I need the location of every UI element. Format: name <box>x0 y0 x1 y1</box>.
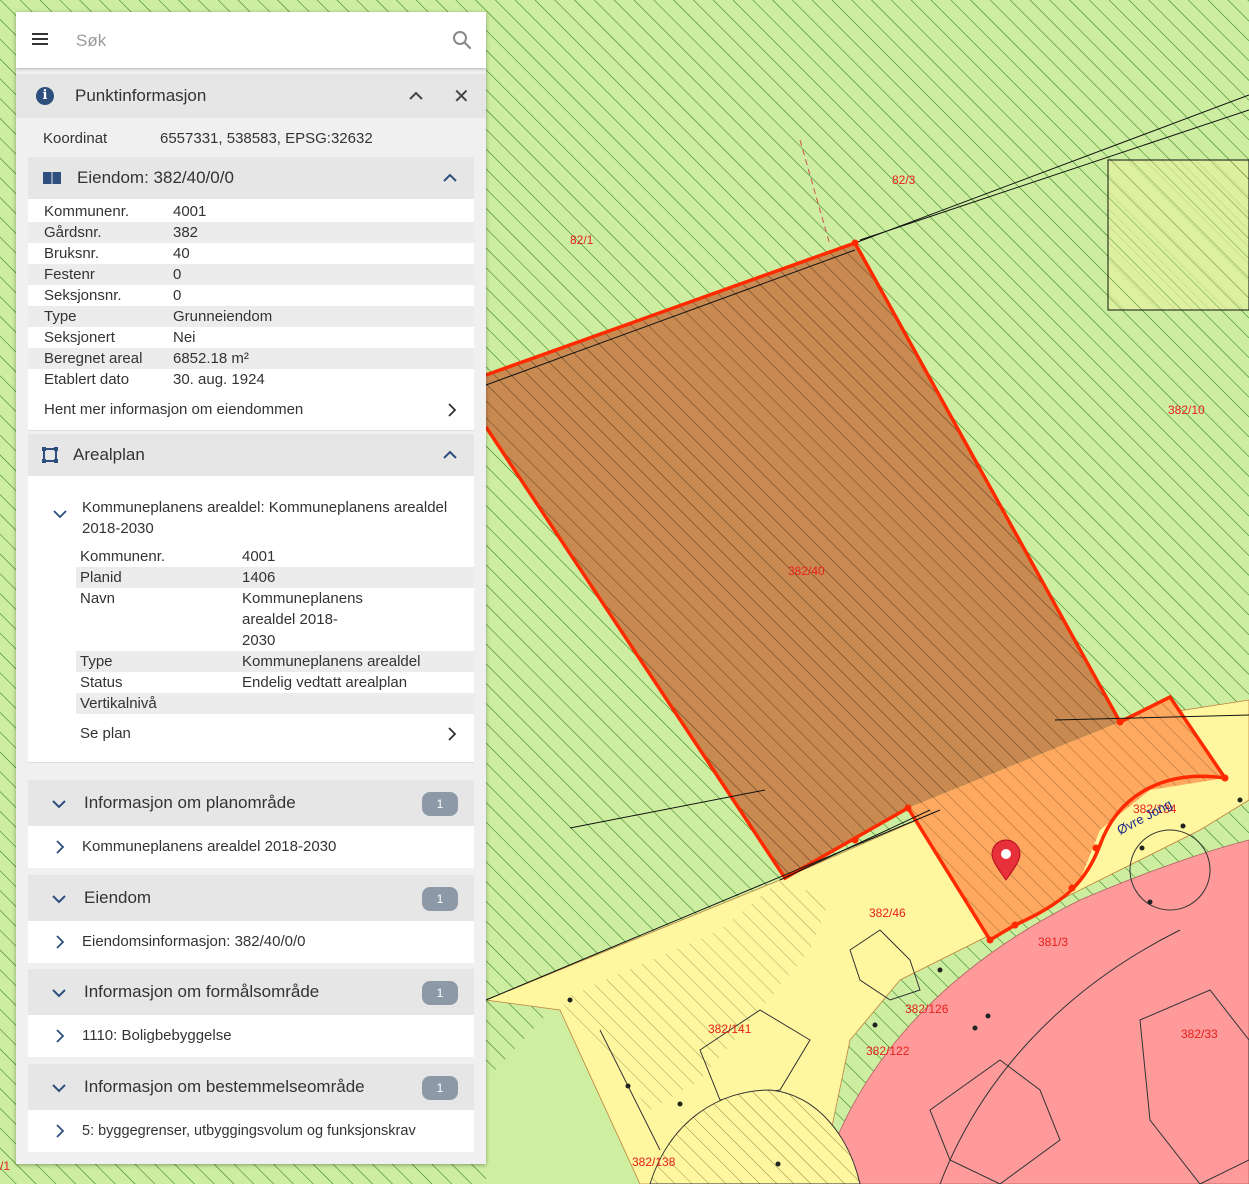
coordinate-row: Koordinat 6557331, 538583, EPSG:32632 <box>43 130 373 147</box>
chevron-right-icon <box>56 1124 65 1138</box>
property-row: Beregnet areal 6852.18 m² <box>28 348 474 369</box>
chevron-up-icon[interactable] <box>440 168 460 188</box>
chevron-down-icon <box>52 895 66 904</box>
section-planomrade: Informasjon om planområde 1 Kommuneplane… <box>28 780 474 868</box>
info-icon: i <box>36 87 54 105</box>
point-info-header: i Punktinformasjon ✕ <box>16 74 486 118</box>
map-label: 382/141 <box>708 1022 752 1036</box>
property-row: Type Grunneiendom <box>28 306 474 327</box>
chevron-right-icon <box>448 727 457 741</box>
section-bestemmelseomrade: Informasjon om bestemmelseområde 1 5: by… <box>28 1064 474 1152</box>
section-eiendom: Eiendom 1 Eiendomsinformasjon: 382/40/0/… <box>28 875 474 963</box>
arealplan-card-header[interactable]: Arealplan <box>28 434 474 476</box>
coordinate-value: 6557331, 538583, EPSG:32632 <box>160 130 373 147</box>
section-item[interactable]: 5: byggegrenser, utbyggingsvolum og funk… <box>28 1110 474 1152</box>
count-badge: 1 <box>422 1076 458 1100</box>
section-header[interactable]: Informasjon om planområde 1 <box>28 780 474 826</box>
plan-row: Status Endelig vedtatt arealplan <box>80 674 408 691</box>
section-header[interactable]: Informasjon om bestemmelseområde 1 <box>28 1064 474 1110</box>
map-label: 382/138 <box>632 1155 676 1169</box>
map-label: 382/46 <box>869 906 906 920</box>
area-frame-icon <box>42 447 58 463</box>
section-item[interactable]: 1110: Boligbebyggelse <box>28 1015 474 1057</box>
section-item[interactable]: Kommuneplanens arealdel 2018-2030 <box>28 826 474 868</box>
search-bar <box>16 12 486 68</box>
count-badge: 1 <box>422 792 458 816</box>
map-label: 382/10 <box>1168 403 1205 417</box>
map-label: 82/3 <box>892 173 916 187</box>
property-card: Eiendom: 382/40/0/0 Kommunenr. 4001 Gårds… <box>28 157 474 431</box>
search-icon[interactable] <box>450 28 474 52</box>
property-row: Kommunenr. 4001 <box>44 203 207 220</box>
property-card-header[interactable]: Eiendom: 382/40/0/0 <box>28 157 474 199</box>
property-row: Gårdsnr. 382 <box>28 222 474 243</box>
section-header[interactable]: Informasjon om formålsområde 1 <box>28 969 474 1015</box>
arealplan-card: Arealplan Kommuneplanens arealdel: Kommu… <box>28 434 474 763</box>
plan-row: Vertikalnivå <box>76 693 474 714</box>
see-plan-link[interactable]: Se plan <box>64 714 474 754</box>
coordinate-label: Koordinat <box>43 130 108 147</box>
map-label: 382/122 <box>866 1044 910 1058</box>
close-icon[interactable]: ✕ <box>453 84 470 109</box>
count-badge: 1 <box>422 887 458 911</box>
plan-title-line: 2018-2030 <box>82 520 154 537</box>
map-label: 382/40 <box>788 564 825 578</box>
chevron-down-icon <box>52 800 66 809</box>
hamburger-menu-icon[interactable] <box>32 30 48 50</box>
plan-row: Kommunenr. 4001 <box>80 548 276 565</box>
property-row: Festenr 0 <box>28 264 474 285</box>
count-badge: 1 <box>422 981 458 1005</box>
map-label: 82/1 <box>570 233 594 247</box>
chevron-down-icon <box>52 989 66 998</box>
property-card-title: Eiendom: 382/40/0/0 <box>77 168 234 187</box>
plan-title-line: Kommuneplanens arealdel: Kommuneplanens … <box>82 499 448 516</box>
search-input[interactable] <box>74 26 438 56</box>
info-panel: i Punktinformasjon ✕ Koordinat 6557331, … <box>16 12 486 1164</box>
property-row: Etablert dato 30. aug. 1924 <box>44 371 265 388</box>
chevron-right-icon <box>56 1029 65 1043</box>
plan-row: Type Kommuneplanens arealdel <box>76 651 474 672</box>
more-property-info-link[interactable]: Hent mer informasjon om eiendommen <box>28 390 474 430</box>
map-label: 381/3 <box>1038 935 1068 949</box>
plan-title-toggle[interactable]: Kommuneplanens arealdel: Kommuneplanens … <box>28 476 474 546</box>
map-label: /1 <box>0 1159 10 1173</box>
chevron-up-icon[interactable] <box>406 86 426 106</box>
property-row: Seksjonert Nei <box>44 329 196 346</box>
chevron-right-icon <box>56 935 65 949</box>
chevron-right-icon <box>448 403 457 417</box>
section-header[interactable]: Eiendom 1 <box>28 875 474 921</box>
point-info-title: Punktinformasjon <box>75 86 207 105</box>
plan-row: Planid 1406 <box>76 567 474 588</box>
chevron-down-icon <box>53 510 67 519</box>
book-icon <box>43 172 61 184</box>
property-row: Seksjonsnr. 0 <box>44 287 182 304</box>
arealplan-title: Arealplan <box>73 445 145 464</box>
plan-row: Navn Kommuneplanens arealdel 2018- 2030 <box>80 590 363 649</box>
map-label: 382/33 <box>1181 1027 1218 1041</box>
property-row: Bruksnr. 40 <box>44 245 190 262</box>
chevron-right-icon <box>56 840 65 854</box>
section-formalsomrade: Informasjon om formålsområde 1 1110: Bol… <box>28 969 474 1057</box>
section-item[interactable]: Eiendomsinformasjon: 382/40/0/0 <box>28 921 474 963</box>
chevron-up-icon[interactable] <box>440 445 460 465</box>
map-label: 382/126 <box>905 1002 949 1016</box>
chevron-down-icon <box>52 1084 66 1093</box>
